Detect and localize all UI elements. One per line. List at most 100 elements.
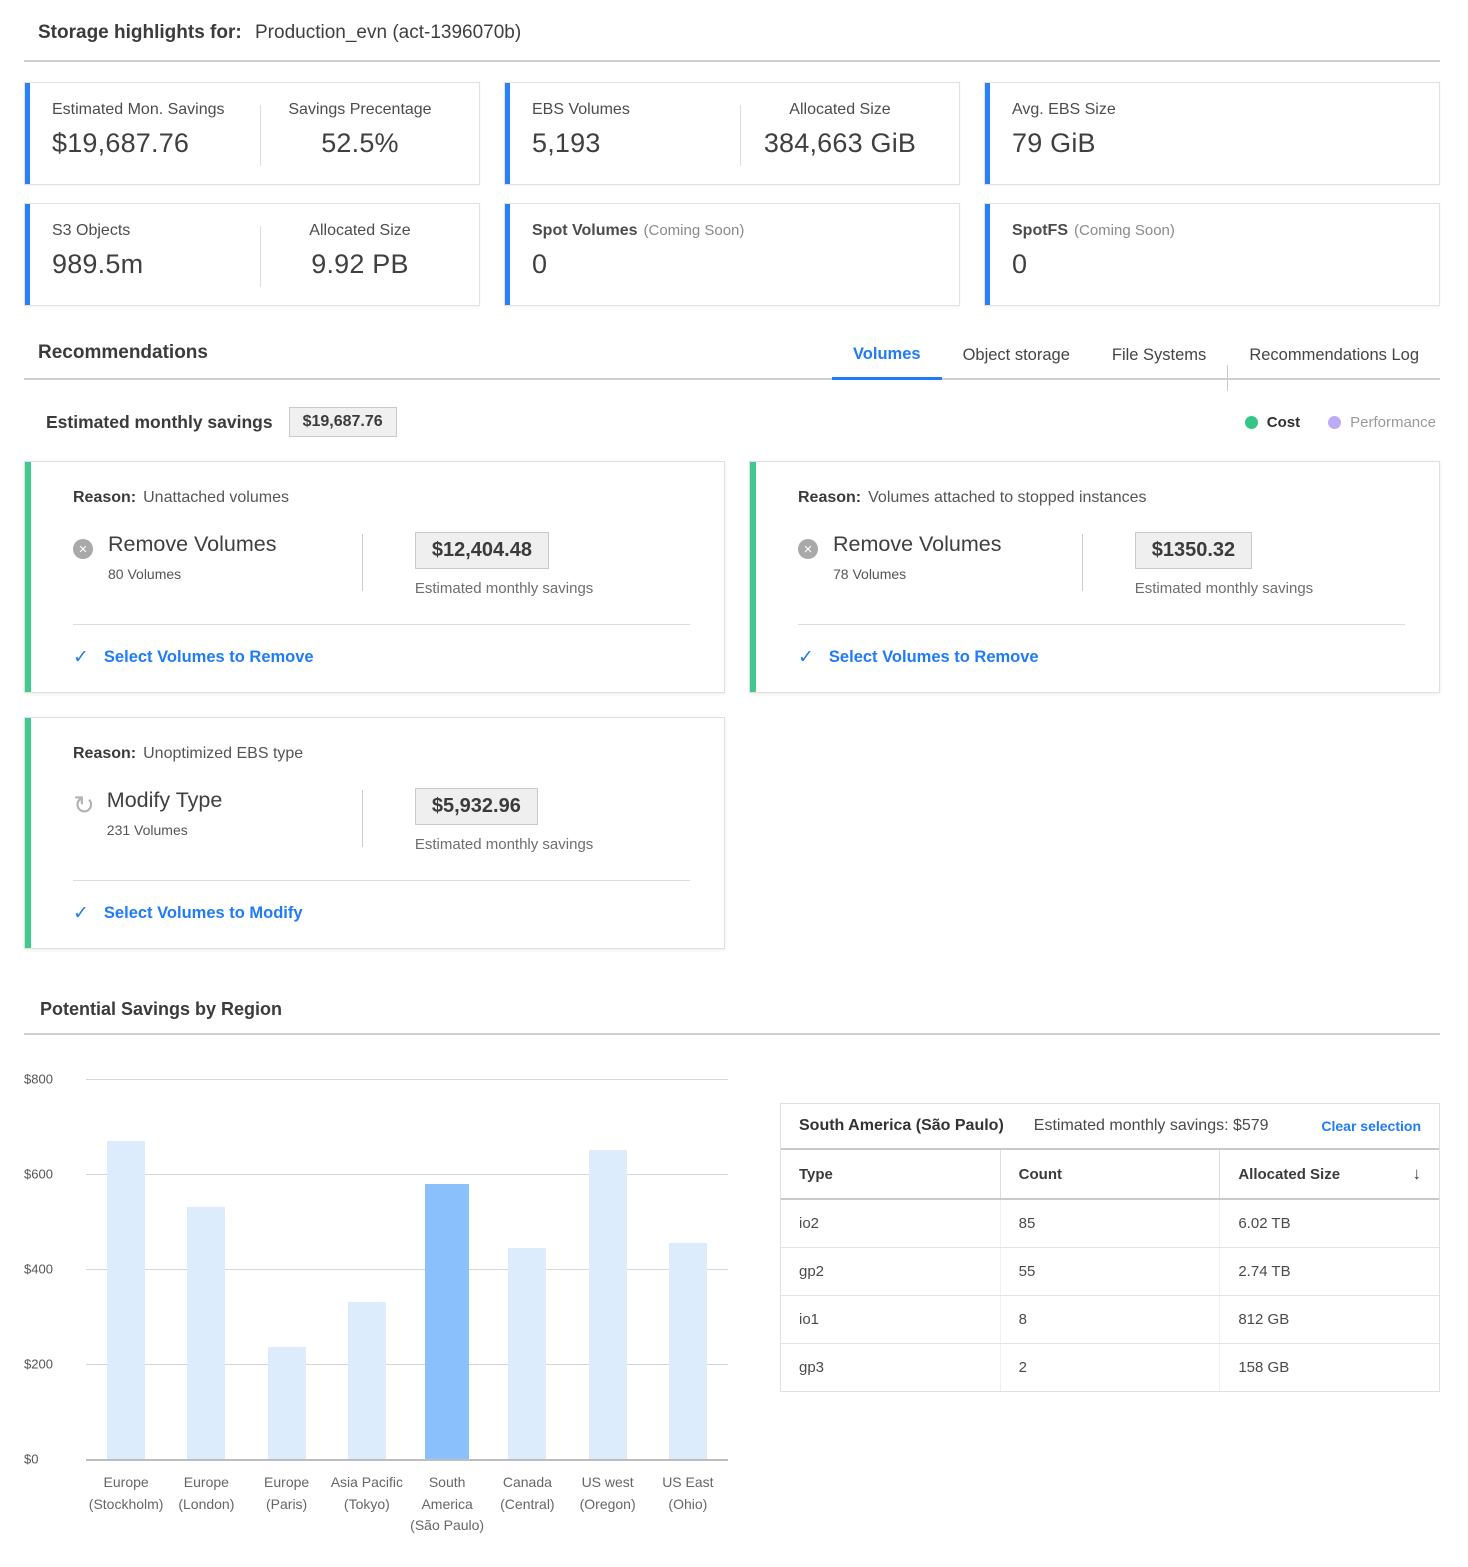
- chart-bar-us-west-oregon-[interactable]: [589, 1150, 627, 1459]
- chart-bar-slot: Europe(London): [166, 1079, 246, 1537]
- y-tick-label: $400: [24, 1262, 53, 1277]
- chart-bar-europe-london-[interactable]: [187, 1207, 225, 1459]
- stat-value: 0: [1012, 249, 1419, 280]
- chart-legend: Cost Performance: [1245, 414, 1436, 431]
- column-header-allocated-size[interactable]: Allocated Size↓: [1219, 1150, 1439, 1198]
- chart-bar-slot: Asia Pacific(Tokyo): [327, 1079, 407, 1537]
- chart-bar-slot: Europe(Paris): [247, 1079, 327, 1537]
- stat-label: S3 Objects: [52, 222, 260, 240]
- volume-count: 80 Volumes: [108, 566, 277, 582]
- card-accent-bar: [25, 83, 30, 184]
- action-title: Modify Type: [107, 788, 223, 813]
- select-volumes-link[interactable]: Select Volumes to Modify: [104, 904, 303, 923]
- select-volumes-link[interactable]: Select Volumes to Remove: [829, 648, 1039, 667]
- reason-row: Reason:Volumes attached to stopped insta…: [798, 489, 1405, 507]
- volume-count: 78 Volumes: [833, 566, 1002, 582]
- stat-label-text: Spot Volumes: [532, 222, 638, 239]
- table-cell: gp3: [781, 1344, 1000, 1391]
- savings-badge: $1350.32: [1135, 532, 1252, 569]
- table-cell: io1: [781, 1296, 1000, 1343]
- x-tick-label: US East(Ohio): [662, 1472, 713, 1515]
- chart-bar-asia-pacific-tokyo-[interactable]: [348, 1302, 386, 1459]
- recommendation-card-unoptimized-type: Reason:Unoptimized EBS type ↻ Modify Typ…: [24, 717, 725, 949]
- tab-file-systems[interactable]: File Systems: [1091, 346, 1227, 378]
- table-cell: 2: [1000, 1344, 1220, 1391]
- x-tick-label: US west(Oregon): [580, 1472, 636, 1515]
- tab-object-storage[interactable]: Object storage: [942, 346, 1091, 378]
- savings-badge: $12,404.48: [415, 532, 549, 569]
- table-row: io18812 GB: [781, 1296, 1439, 1344]
- table-header: South America (São Paulo) Estimated mont…: [781, 1104, 1439, 1150]
- x-tick-label: South America(São Paulo): [407, 1472, 487, 1537]
- sort-arrow-down-icon[interactable]: ↓: [1413, 1164, 1422, 1184]
- chart-bar-slot: US west(Oregon): [568, 1079, 648, 1537]
- region-content: $800$600$400$200$0 Europe(Stockholm)Euro…: [24, 1079, 1440, 1537]
- stat-label-text: SpotFS: [1012, 222, 1068, 239]
- stat-label: EBS Volumes: [532, 101, 740, 119]
- x-tick-label: Asia Pacific(Tokyo): [331, 1472, 403, 1515]
- remove-volume-icon: ✕: [798, 539, 818, 559]
- reason-row: Reason: Unattached volumes: [73, 489, 690, 507]
- checkmark-icon: ✓: [73, 902, 89, 925]
- table-cell: 158 GB: [1219, 1344, 1439, 1391]
- savings-caption: Estimated monthly savings: [415, 580, 690, 597]
- card-accent-bar: [25, 204, 30, 305]
- card-accent-bar: [25, 462, 31, 692]
- table-cell: 8: [1000, 1296, 1220, 1343]
- recommendations-tabs: Volumes Object storage File Systems Reco…: [832, 345, 1440, 378]
- selected-region-title: South America (São Paulo): [799, 1117, 1004, 1135]
- stat-card-ebs-volumes: EBS Volumes 5,193 Allocated Size 384,663…: [504, 82, 960, 185]
- table-cell: 6.02 TB: [1219, 1200, 1439, 1247]
- card-accent-bar: [985, 83, 990, 184]
- volume-count: 231 Volumes: [107, 822, 223, 838]
- table-body: io2856.02 TBgp2552.74 TBio18812 GBgp3215…: [781, 1200, 1439, 1391]
- chart-bar-south-america-s-o-paulo-[interactable]: [425, 1184, 469, 1459]
- recommendations-title: Recommendations: [38, 342, 208, 364]
- chart-bar-us-east-ohio-[interactable]: [669, 1243, 707, 1459]
- table-row: gp2552.74 TB: [781, 1248, 1439, 1296]
- divider: [24, 60, 1440, 62]
- table-cell: io2: [781, 1200, 1000, 1247]
- tab-recommendations-log[interactable]: Recommendations Log: [1228, 346, 1440, 378]
- x-tick-label: Europe(London): [178, 1472, 234, 1515]
- chart-bar-slot: US East(Ohio): [648, 1079, 728, 1537]
- x-tick-label: Europe(Stockholm): [89, 1472, 164, 1515]
- chart-bar-europe-stockholm-[interactable]: [107, 1141, 145, 1459]
- recommendation-cards: Reason: Unattached volumes ✕ Remove Volum…: [24, 461, 1440, 949]
- reason-label: Reason:: [798, 489, 861, 506]
- chart-bars: Europe(Stockholm) Europe(London) Europe(Pa…: [86, 1079, 728, 1537]
- reason-text: Unattached volumes: [143, 489, 289, 506]
- action-title: Remove Volumes: [108, 532, 277, 557]
- card-accent-bar: [985, 204, 990, 305]
- table-row: gp32158 GB: [781, 1344, 1439, 1391]
- stat-label: Savings Precentage: [261, 101, 459, 119]
- column-header-count[interactable]: Count: [1000, 1150, 1220, 1198]
- table-cell: 55: [1000, 1248, 1220, 1295]
- chart-bar-slot: Canada(Central): [487, 1079, 567, 1537]
- clear-selection-link[interactable]: Clear selection: [1321, 1118, 1421, 1134]
- legend-item-performance: Performance: [1328, 414, 1436, 431]
- stat-label: Allocated Size: [741, 101, 939, 119]
- stat-value: 9.92 PB: [261, 249, 459, 280]
- cost-dot-icon: [1245, 416, 1258, 429]
- stat-card-s3-objects: S3 Objects 989.5m Allocated Size 9.92 PB: [24, 203, 480, 306]
- stat-label: Estimated Mon. Savings: [52, 101, 260, 119]
- column-header-type[interactable]: Type: [781, 1150, 1000, 1198]
- stat-value: 79 GiB: [1012, 128, 1419, 159]
- reason-label: Reason:: [73, 489, 136, 506]
- y-tick-label: $800: [24, 1072, 53, 1087]
- chart-bar-canada-central-[interactable]: [508, 1248, 546, 1459]
- page-title-label: Storage highlights for:: [38, 22, 242, 43]
- estimated-savings-label: Estimated monthly savings: [46, 412, 273, 433]
- performance-dot-icon: [1328, 416, 1341, 429]
- x-tick-label: Europe(Paris): [264, 1472, 309, 1515]
- chart-bar-europe-paris-[interactable]: [268, 1347, 306, 1459]
- table-row: io2856.02 TB: [781, 1200, 1439, 1248]
- tab-volumes[interactable]: Volumes: [832, 345, 942, 380]
- stat-label: Spot Volumes(Coming Soon): [532, 222, 939, 240]
- card-accent-bar: [505, 83, 510, 184]
- checkmark-icon: ✓: [798, 646, 814, 669]
- y-tick-label: $600: [24, 1167, 53, 1182]
- stat-value: 5,193: [532, 128, 740, 159]
- select-volumes-link[interactable]: Select Volumes to Remove: [104, 648, 314, 667]
